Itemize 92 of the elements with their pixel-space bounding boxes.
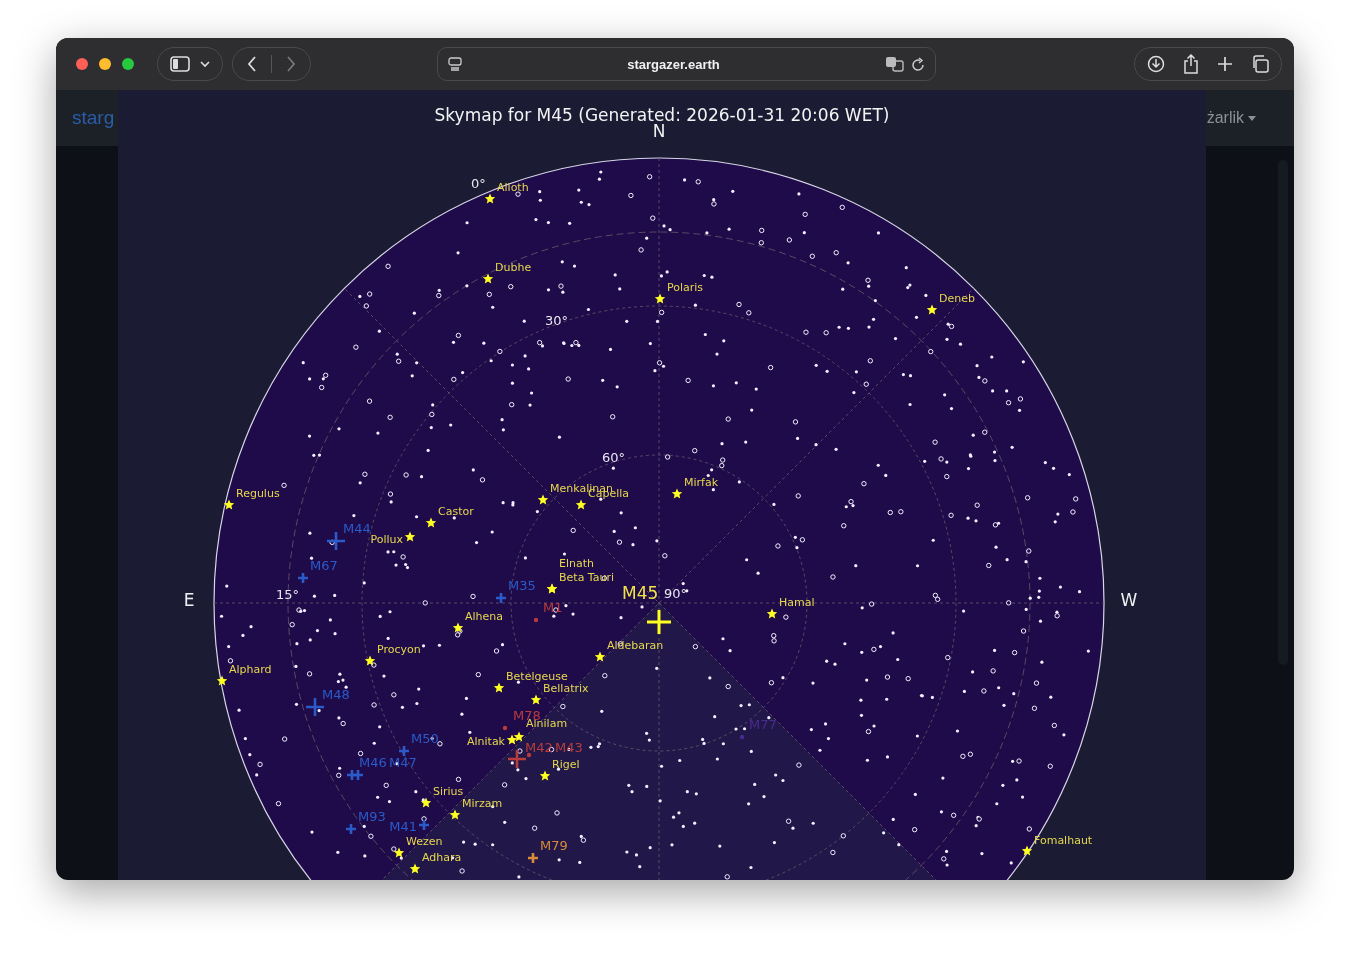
chevron-right-icon xyxy=(286,56,296,72)
messier-label: M47 xyxy=(389,754,417,770)
target-label: M45 xyxy=(622,583,659,603)
star-icon xyxy=(926,304,938,315)
star-label: Hamal xyxy=(779,596,815,609)
altitude-label: 90° xyxy=(664,585,688,601)
star-icon xyxy=(425,517,437,528)
messier-label: M50 xyxy=(411,730,439,746)
messier-label: M48 xyxy=(322,686,350,702)
chevron-left-icon xyxy=(247,56,257,72)
star-icon xyxy=(409,863,421,874)
reload-icon[interactable] xyxy=(911,56,925,72)
messier-label: M77 xyxy=(749,716,777,732)
compass-direction-label: W xyxy=(1120,590,1138,610)
star-label: Sirius xyxy=(433,785,464,798)
star-icon xyxy=(539,770,551,781)
star-label: Alhena xyxy=(465,610,504,623)
star-icon xyxy=(1021,845,1033,856)
messier-label: M67 xyxy=(310,557,338,573)
star-icon xyxy=(537,494,549,505)
star-icon xyxy=(393,847,405,858)
star-label: Alioth xyxy=(497,181,529,194)
translate-icon[interactable] xyxy=(885,56,905,72)
sidebar-icon xyxy=(170,56,190,72)
star-icon xyxy=(484,193,496,204)
star-label: Aldebaran xyxy=(607,639,664,652)
tabs-icon xyxy=(1251,55,1269,73)
star-label: Castor xyxy=(438,505,474,518)
address-bar[interactable]: stargazer.earth xyxy=(437,47,936,81)
star-label: Bellatrix xyxy=(543,682,589,695)
star-icon xyxy=(482,273,494,284)
star-icon xyxy=(506,734,518,745)
star-label: Fomalhaut xyxy=(1034,834,1093,847)
minimize-icon[interactable] xyxy=(99,58,111,70)
star-icon xyxy=(654,293,666,304)
star-label: Procyon xyxy=(377,643,421,656)
messier-label: M46 xyxy=(359,754,387,770)
star-icon xyxy=(766,608,778,619)
star-label: Alnitak xyxy=(466,735,505,748)
star-icon xyxy=(449,809,461,820)
star-icon xyxy=(364,655,376,666)
star-label: Elnath xyxy=(559,557,594,570)
star-label: Beta Tauri xyxy=(559,571,615,584)
star-label: Wezen xyxy=(406,835,443,848)
star-label: Polaris xyxy=(667,281,704,294)
compass-direction-label: N xyxy=(652,122,666,141)
star-label: Dubhe xyxy=(495,261,532,274)
star-icon xyxy=(420,797,432,808)
maximize-icon[interactable] xyxy=(122,58,134,70)
star-icon xyxy=(223,499,235,510)
star-icon xyxy=(404,531,416,542)
star-label: Pollux xyxy=(370,533,403,546)
crosshair-icon xyxy=(645,608,673,636)
altitude-label: 30° xyxy=(545,312,569,328)
star-label: Alphard xyxy=(229,663,272,676)
altitude-label: 0° xyxy=(471,175,486,191)
messier-label: M43 xyxy=(555,739,583,755)
star-icon xyxy=(671,488,683,499)
altitude-label: 60° xyxy=(602,449,626,465)
messier-label: M35 xyxy=(508,577,536,593)
star-icon xyxy=(594,651,606,662)
chevron-down-icon xyxy=(200,60,210,68)
star-icon xyxy=(575,499,587,510)
star-label: Mirzam xyxy=(462,797,503,810)
sidebar-button[interactable] xyxy=(157,47,223,81)
star-label: Deneb xyxy=(939,292,975,305)
share-icon xyxy=(1183,54,1199,74)
messier-label: M1 xyxy=(543,599,563,615)
star-icon xyxy=(452,622,464,633)
star-icon xyxy=(216,675,228,686)
caret-icon xyxy=(1248,115,1256,121)
star-label: Rigel xyxy=(552,758,580,771)
close-icon[interactable] xyxy=(76,58,88,70)
url-text: stargazer.earth xyxy=(626,56,721,72)
compass-direction-label: E xyxy=(183,590,195,610)
star-label: Regulus xyxy=(236,487,280,500)
messier-label: M79 xyxy=(540,837,568,853)
star-label: Mirfak xyxy=(684,476,719,489)
messier-label: M41 xyxy=(389,818,417,834)
star-icon xyxy=(530,694,542,705)
altitude-label: 15° xyxy=(276,586,300,602)
messier-label: M93 xyxy=(358,808,386,824)
page-settings-icon[interactable] xyxy=(448,57,462,71)
star-icon xyxy=(513,731,525,742)
download-icon xyxy=(1147,55,1165,73)
user-menu[interactable]: żarlik xyxy=(1206,109,1256,127)
star-label: Betelgeuse xyxy=(506,670,568,683)
plus-icon xyxy=(1217,56,1233,72)
star-icon xyxy=(493,682,505,693)
star-label: Adhara xyxy=(422,851,462,864)
messier-label: M42 xyxy=(525,739,553,755)
messier-label: M44 xyxy=(343,520,371,536)
